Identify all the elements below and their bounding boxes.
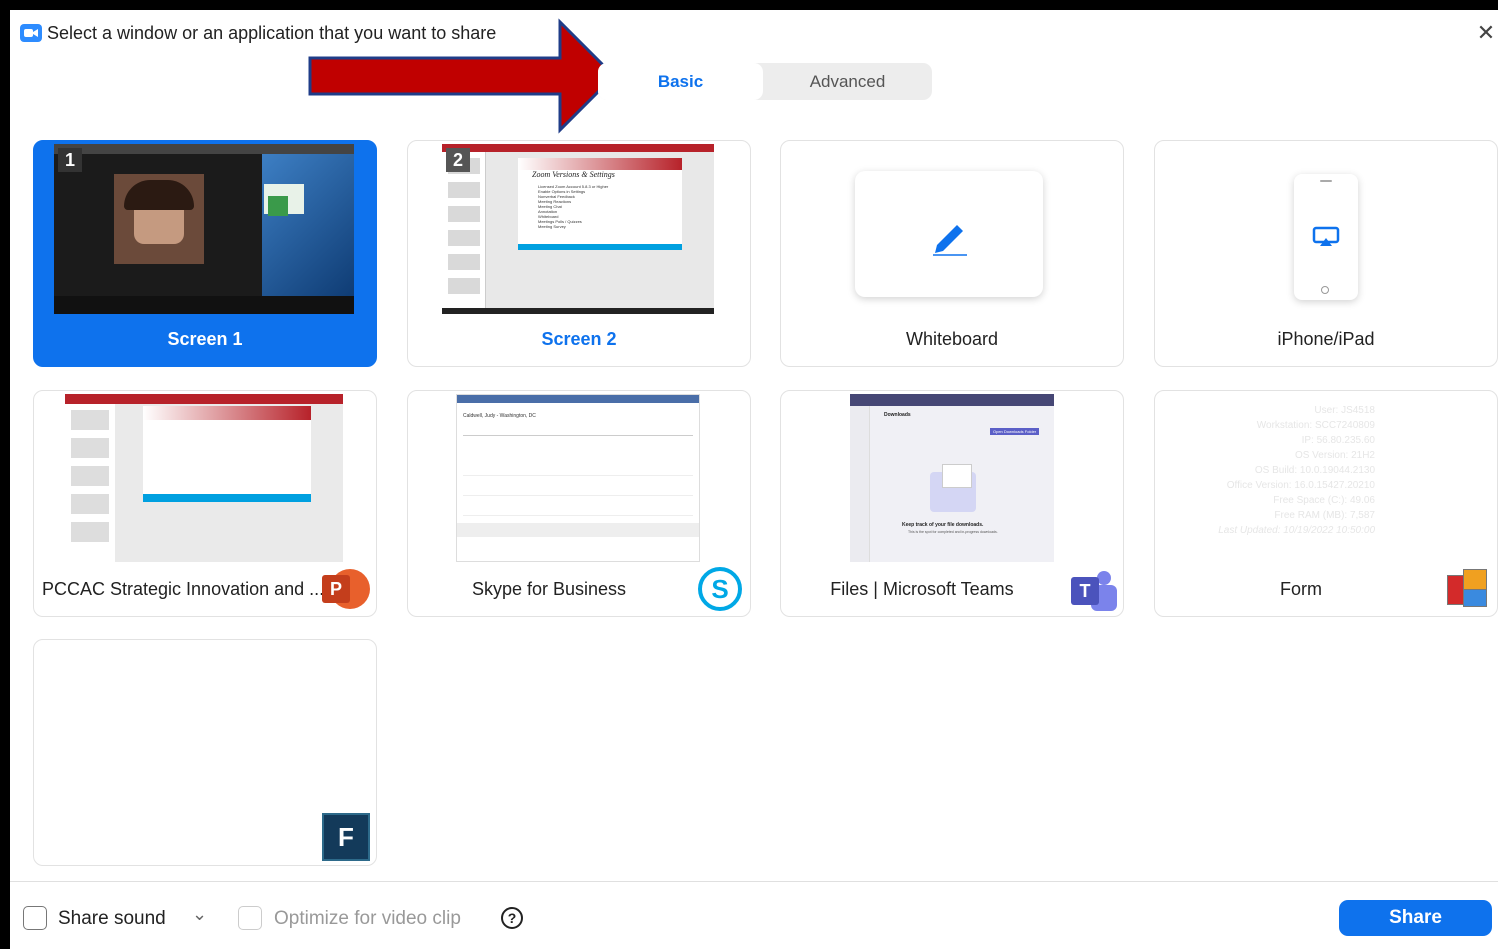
tile-form-window[interactable]: User: JS4518 Workstation: SCC7240809 IP:…: [1154, 390, 1498, 617]
share-mode-tabs: Basic Advanced: [598, 63, 932, 100]
tile-whiteboard[interactable]: Whiteboard: [780, 140, 1124, 367]
optimize-video-checkbox[interactable]: [238, 906, 262, 930]
tab-basic[interactable]: Basic: [598, 63, 763, 100]
slide-bullets: Licensed Zoom Account 5.8.3 or Higher En…: [538, 184, 609, 229]
screen-number-badge: 2: [446, 148, 470, 172]
tile-f-app-window[interactable]: F: [33, 639, 377, 866]
teams-icon: T: [1069, 565, 1117, 613]
slide-title: Zoom Versions & Settings: [532, 170, 615, 179]
whiteboard-card: [855, 171, 1043, 297]
background-strip: [0, 0, 1498, 10]
tile-teams-window[interactable]: Downloads Open Downloads Folder Keep tra…: [780, 390, 1124, 617]
tile-screen-2[interactable]: Zoom Versions & Settings Licensed Zoom A…: [407, 140, 751, 367]
tile-label: Screen 2: [541, 329, 617, 349]
teams-thumbnail: Downloads Open Downloads Folder Keep tra…: [850, 394, 1054, 562]
form-thumbnail: User: JS4518 Workstation: SCC7240809 IP:…: [1218, 405, 1375, 536]
powerpoint-thumbnail: [65, 394, 343, 562]
screen-number-badge: 1: [58, 148, 82, 172]
share-sound-checkbox[interactable]: [23, 906, 47, 930]
title-bar: Select a window or an application that y…: [10, 10, 1498, 50]
f-app-icon: F: [322, 813, 370, 861]
chevron-down-icon[interactable]: ⌄: [192, 904, 207, 925]
screen-1-thumbnail: 1: [54, 144, 354, 314]
red-arrow-annotation: [308, 18, 617, 134]
skype-thumbnail: Caldwell, Judy - Washington, DC: [456, 394, 700, 562]
share-window: Select a window or an application that y…: [10, 10, 1498, 949]
help-icon[interactable]: ?: [501, 907, 523, 929]
share-sound-label: Share sound: [58, 908, 166, 929]
form-app-icon: [1445, 567, 1493, 615]
skype-icon: S: [696, 565, 744, 613]
pen-icon: [933, 225, 967, 256]
zoom-camera-icon: [20, 24, 42, 42]
tile-iphone-ipad[interactable]: iPhone/iPad: [1154, 140, 1498, 367]
tile-label: Screen 1: [167, 329, 243, 349]
tile-screen-1[interactable]: 1 Screen 1: [33, 140, 377, 367]
airplay-icon: [1312, 226, 1340, 246]
tile-label: iPhone/iPad: [1277, 329, 1375, 349]
tile-label: Whiteboard: [905, 329, 999, 349]
tile-powerpoint-window[interactable]: PCCAC Strategic Innovation and ... P: [33, 390, 377, 617]
powerpoint-icon: P: [322, 565, 370, 613]
footer-divider: [10, 881, 1498, 882]
device-illustration: [1294, 174, 1358, 300]
close-button[interactable]: ✕: [1474, 22, 1498, 46]
screen-2-thumbnail: Zoom Versions & Settings Licensed Zoom A…: [442, 144, 714, 314]
optimize-video-label: Optimize for video clip: [274, 908, 461, 929]
tile-skype-window[interactable]: Caldwell, Judy - Washington, DC Skype fo…: [407, 390, 751, 617]
tab-advanced[interactable]: Advanced: [763, 63, 932, 100]
share-button[interactable]: Share: [1339, 900, 1492, 936]
